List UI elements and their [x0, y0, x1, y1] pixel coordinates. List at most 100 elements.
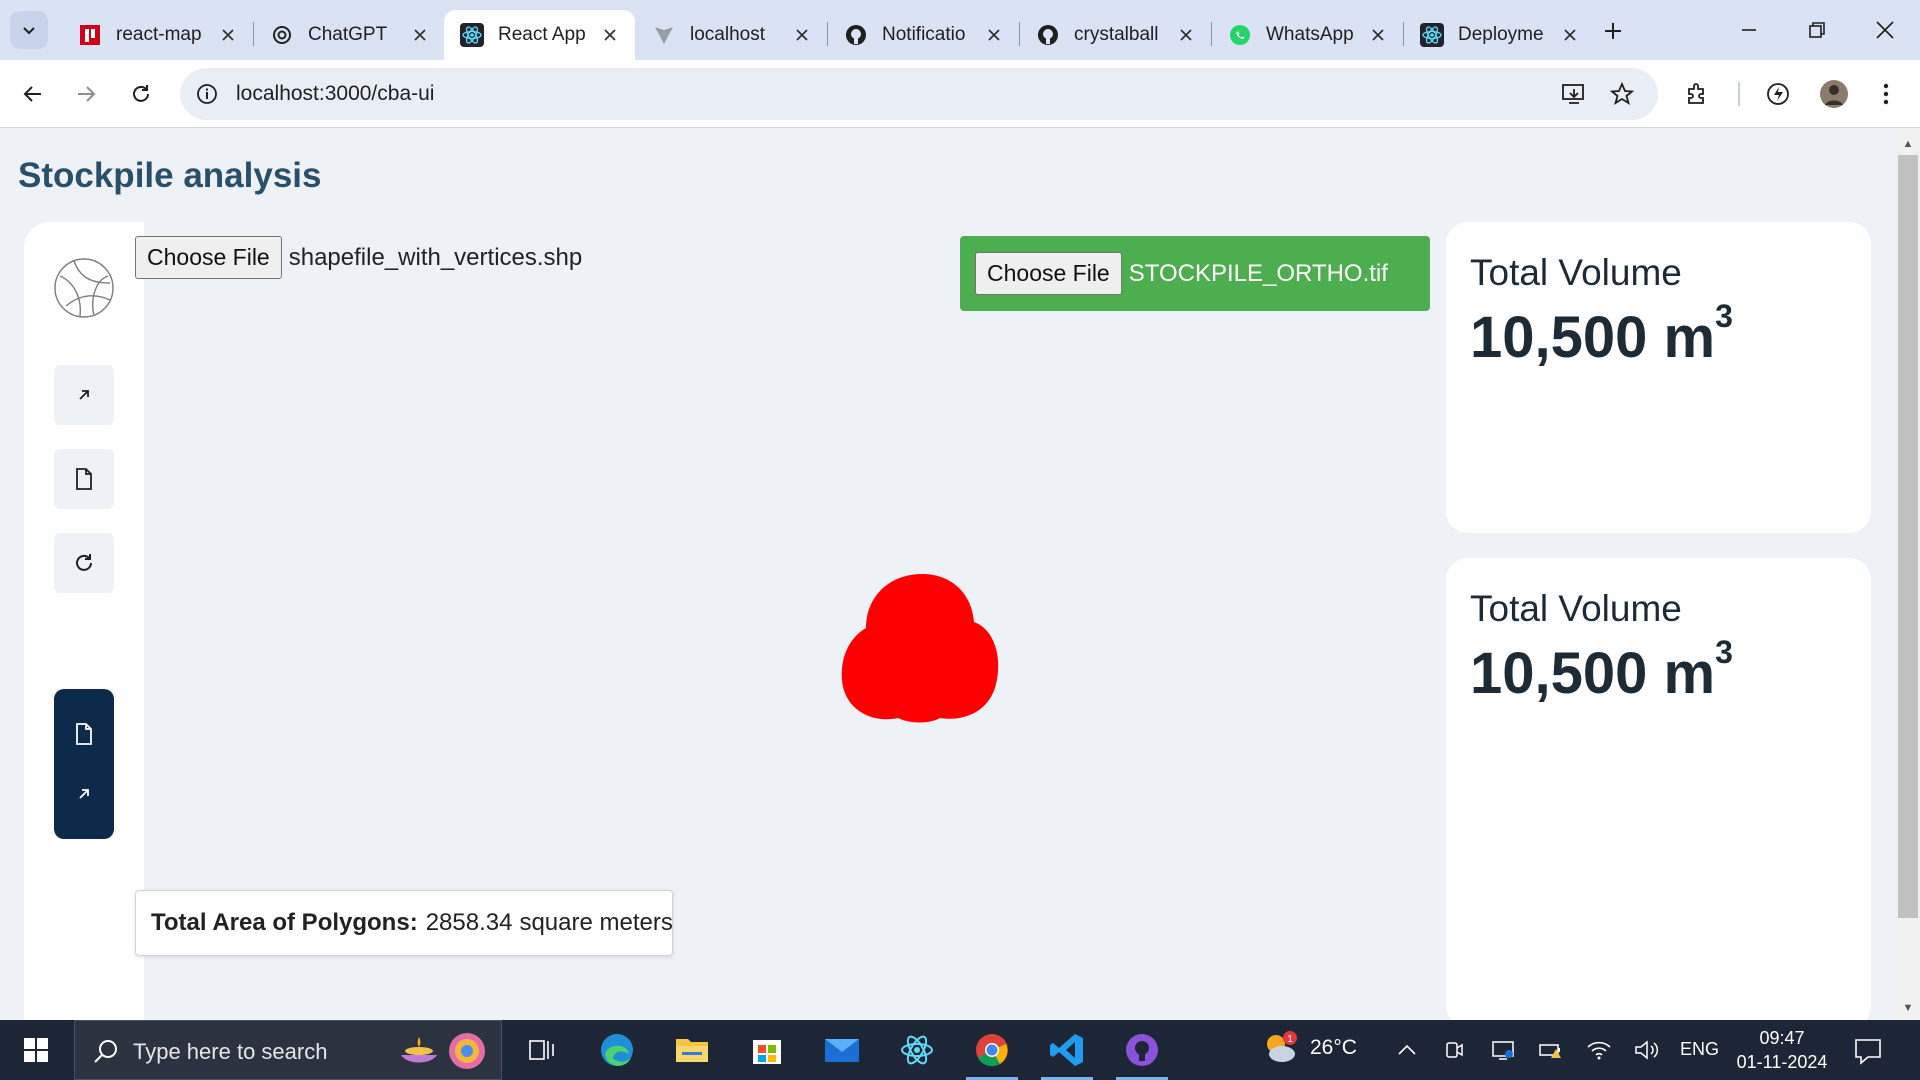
bookmark-star-icon[interactable] — [1608, 80, 1636, 108]
github-icon — [1036, 23, 1060, 47]
shapefile-input: Choose File shapefile_with_vertices.shp — [135, 236, 582, 279]
tab-title: Deployme — [1458, 24, 1544, 45]
volume-icon[interactable] — [1632, 1035, 1662, 1065]
close-icon[interactable] — [599, 24, 621, 46]
meet-now-icon[interactable] — [1440, 1035, 1470, 1065]
chrome-icon[interactable] — [966, 1030, 1018, 1080]
tab-title: crystalball — [1074, 24, 1159, 45]
vscode-icon[interactable] — [1041, 1030, 1093, 1080]
site-info-icon[interactable] — [194, 81, 220, 107]
input-language[interactable]: ENG — [1680, 1039, 1719, 1060]
close-icon[interactable] — [1559, 24, 1581, 46]
weather-widget[interactable]: 1 26°C — [1260, 1028, 1357, 1068]
close-window-button[interactable] — [1862, 10, 1908, 50]
forward-button[interactable] — [66, 74, 106, 114]
arrow-up-right-icon — [79, 789, 89, 799]
mail-icon[interactable] — [820, 1030, 864, 1070]
minimize-button[interactable] — [1726, 10, 1772, 50]
taskbar: Type here to search 1 26°C ENG 09:47 01-… — [0, 1020, 1920, 1080]
taskbar-search-box[interactable]: Type here to search — [74, 1020, 502, 1080]
close-icon[interactable] — [409, 24, 431, 46]
scroll-up-icon[interactable]: ▲ — [1896, 132, 1920, 156]
shapefile-name: shapefile_with_vertices.shp — [288, 243, 583, 271]
sidebar — [24, 222, 144, 1080]
total-area-panel: Total Area of Polygons: 2858.34 square m… — [135, 890, 673, 956]
restore-icon — [1809, 22, 1825, 38]
menu-kebab-icon[interactable] — [1870, 78, 1902, 110]
red-square-icon — [78, 23, 102, 47]
ortho-file-name: STOCKPILE_ORTHO.tif — [1128, 259, 1388, 287]
reload-icon — [133, 85, 149, 102]
tab-search-button[interactable] — [10, 11, 48, 49]
clock-time: 09:47 — [1759, 1028, 1805, 1048]
tab-react-map[interactable]: react-map — [62, 10, 253, 60]
tab-title: localhost — [690, 24, 765, 45]
weather-temperature: 26°C — [1310, 1036, 1357, 1059]
dark-document-button[interactable] — [54, 704, 114, 764]
refresh-icon — [76, 554, 92, 571]
tab-notifications[interactable]: Notificatio — [828, 10, 1019, 60]
restore-button[interactable] — [1794, 10, 1840, 50]
notification-icon[interactable] — [1852, 1035, 1884, 1067]
choose-ortho-button[interactable]: Choose File — [975, 252, 1122, 295]
tab-localhost[interactable]: localhost — [636, 10, 827, 60]
wifi-icon[interactable] — [1584, 1035, 1614, 1065]
close-icon[interactable] — [1175, 24, 1197, 46]
tab-chatgpt[interactable]: ChatGPT — [254, 10, 445, 60]
refresh-button[interactable] — [54, 533, 114, 593]
react-devtools-icon[interactable] — [895, 1030, 939, 1070]
close-icon[interactable] — [217, 24, 239, 46]
close-icon[interactable] — [983, 24, 1005, 46]
clock[interactable]: 09:47 01-11-2024 — [1730, 1026, 1834, 1074]
avatar[interactable] — [1818, 78, 1850, 110]
search-icon — [94, 1040, 117, 1063]
new-tab-button[interactable] — [1598, 16, 1628, 46]
volume-value: 10,500 m3 — [1470, 634, 1733, 706]
tab-title: react-map — [116, 24, 202, 45]
url-text: localhost:3000/cba-ui — [236, 82, 435, 105]
volume-label: Total Volume — [1470, 588, 1682, 629]
whatsapp-icon — [1228, 23, 1252, 47]
display-icon[interactable] — [1488, 1035, 1518, 1065]
task-view-icon[interactable] — [520, 1030, 564, 1070]
tab-deployments[interactable]: Deployme — [1404, 10, 1595, 60]
file-icon — [76, 468, 92, 490]
close-icon — [1876, 21, 1894, 39]
microsoft-store-icon[interactable] — [745, 1030, 789, 1070]
clock-date: 01-11-2024 — [1736, 1052, 1828, 1072]
open-external-button[interactable] — [54, 365, 114, 425]
reload-button[interactable] — [121, 74, 161, 114]
weather-cloud-icon: 1 — [1267, 1031, 1297, 1062]
chevron-up-icon[interactable] — [1392, 1035, 1422, 1065]
github-desktop-icon[interactable] — [1116, 1030, 1168, 1080]
scrollbar-thumb[interactable] — [1898, 155, 1918, 918]
extensions-icon[interactable] — [1682, 78, 1714, 110]
scroll-down-icon[interactable]: ▼ — [1896, 996, 1920, 1020]
area-value: 2858.34 — [425, 909, 513, 936]
address-bar[interactable]: localhost:3000/cba-ui — [180, 68, 1658, 120]
performance-icon[interactable] — [1762, 78, 1794, 110]
diwali-lamp-icon — [401, 1033, 485, 1069]
sidebar-action-group — [54, 689, 114, 839]
tab-crystalball[interactable]: crystalball — [1020, 10, 1211, 60]
area-unit: square meters — [519, 909, 673, 936]
document-button[interactable] — [54, 449, 114, 509]
stockpile-polygon[interactable] — [840, 572, 1000, 724]
svg-text:1: 1 — [1287, 1034, 1293, 1045]
close-icon[interactable] — [791, 24, 813, 46]
battery-warning-icon[interactable] — [1536, 1035, 1566, 1065]
file-explorer-icon[interactable] — [670, 1030, 714, 1070]
edge-icon[interactable] — [595, 1030, 639, 1070]
volume-card: Total Volume 10,500 m3 — [1446, 558, 1871, 1028]
back-button[interactable] — [13, 74, 53, 114]
tab-whatsapp[interactable]: WhatsApp — [1212, 10, 1403, 60]
install-app-icon[interactable] — [1560, 80, 1588, 108]
choose-shapefile-button[interactable]: Choose File — [135, 236, 282, 279]
minimize-icon — [1742, 29, 1756, 31]
tab-react-app[interactable]: React App — [444, 10, 635, 60]
dark-open-external-button[interactable] — [54, 764, 114, 824]
close-icon[interactable] — [1367, 24, 1389, 46]
windows-start-button[interactable] — [12, 1030, 60, 1070]
tab-strip: react-map ChatGPT React App localhost No… — [0, 0, 1920, 60]
tab-title: WhatsApp — [1266, 24, 1354, 45]
